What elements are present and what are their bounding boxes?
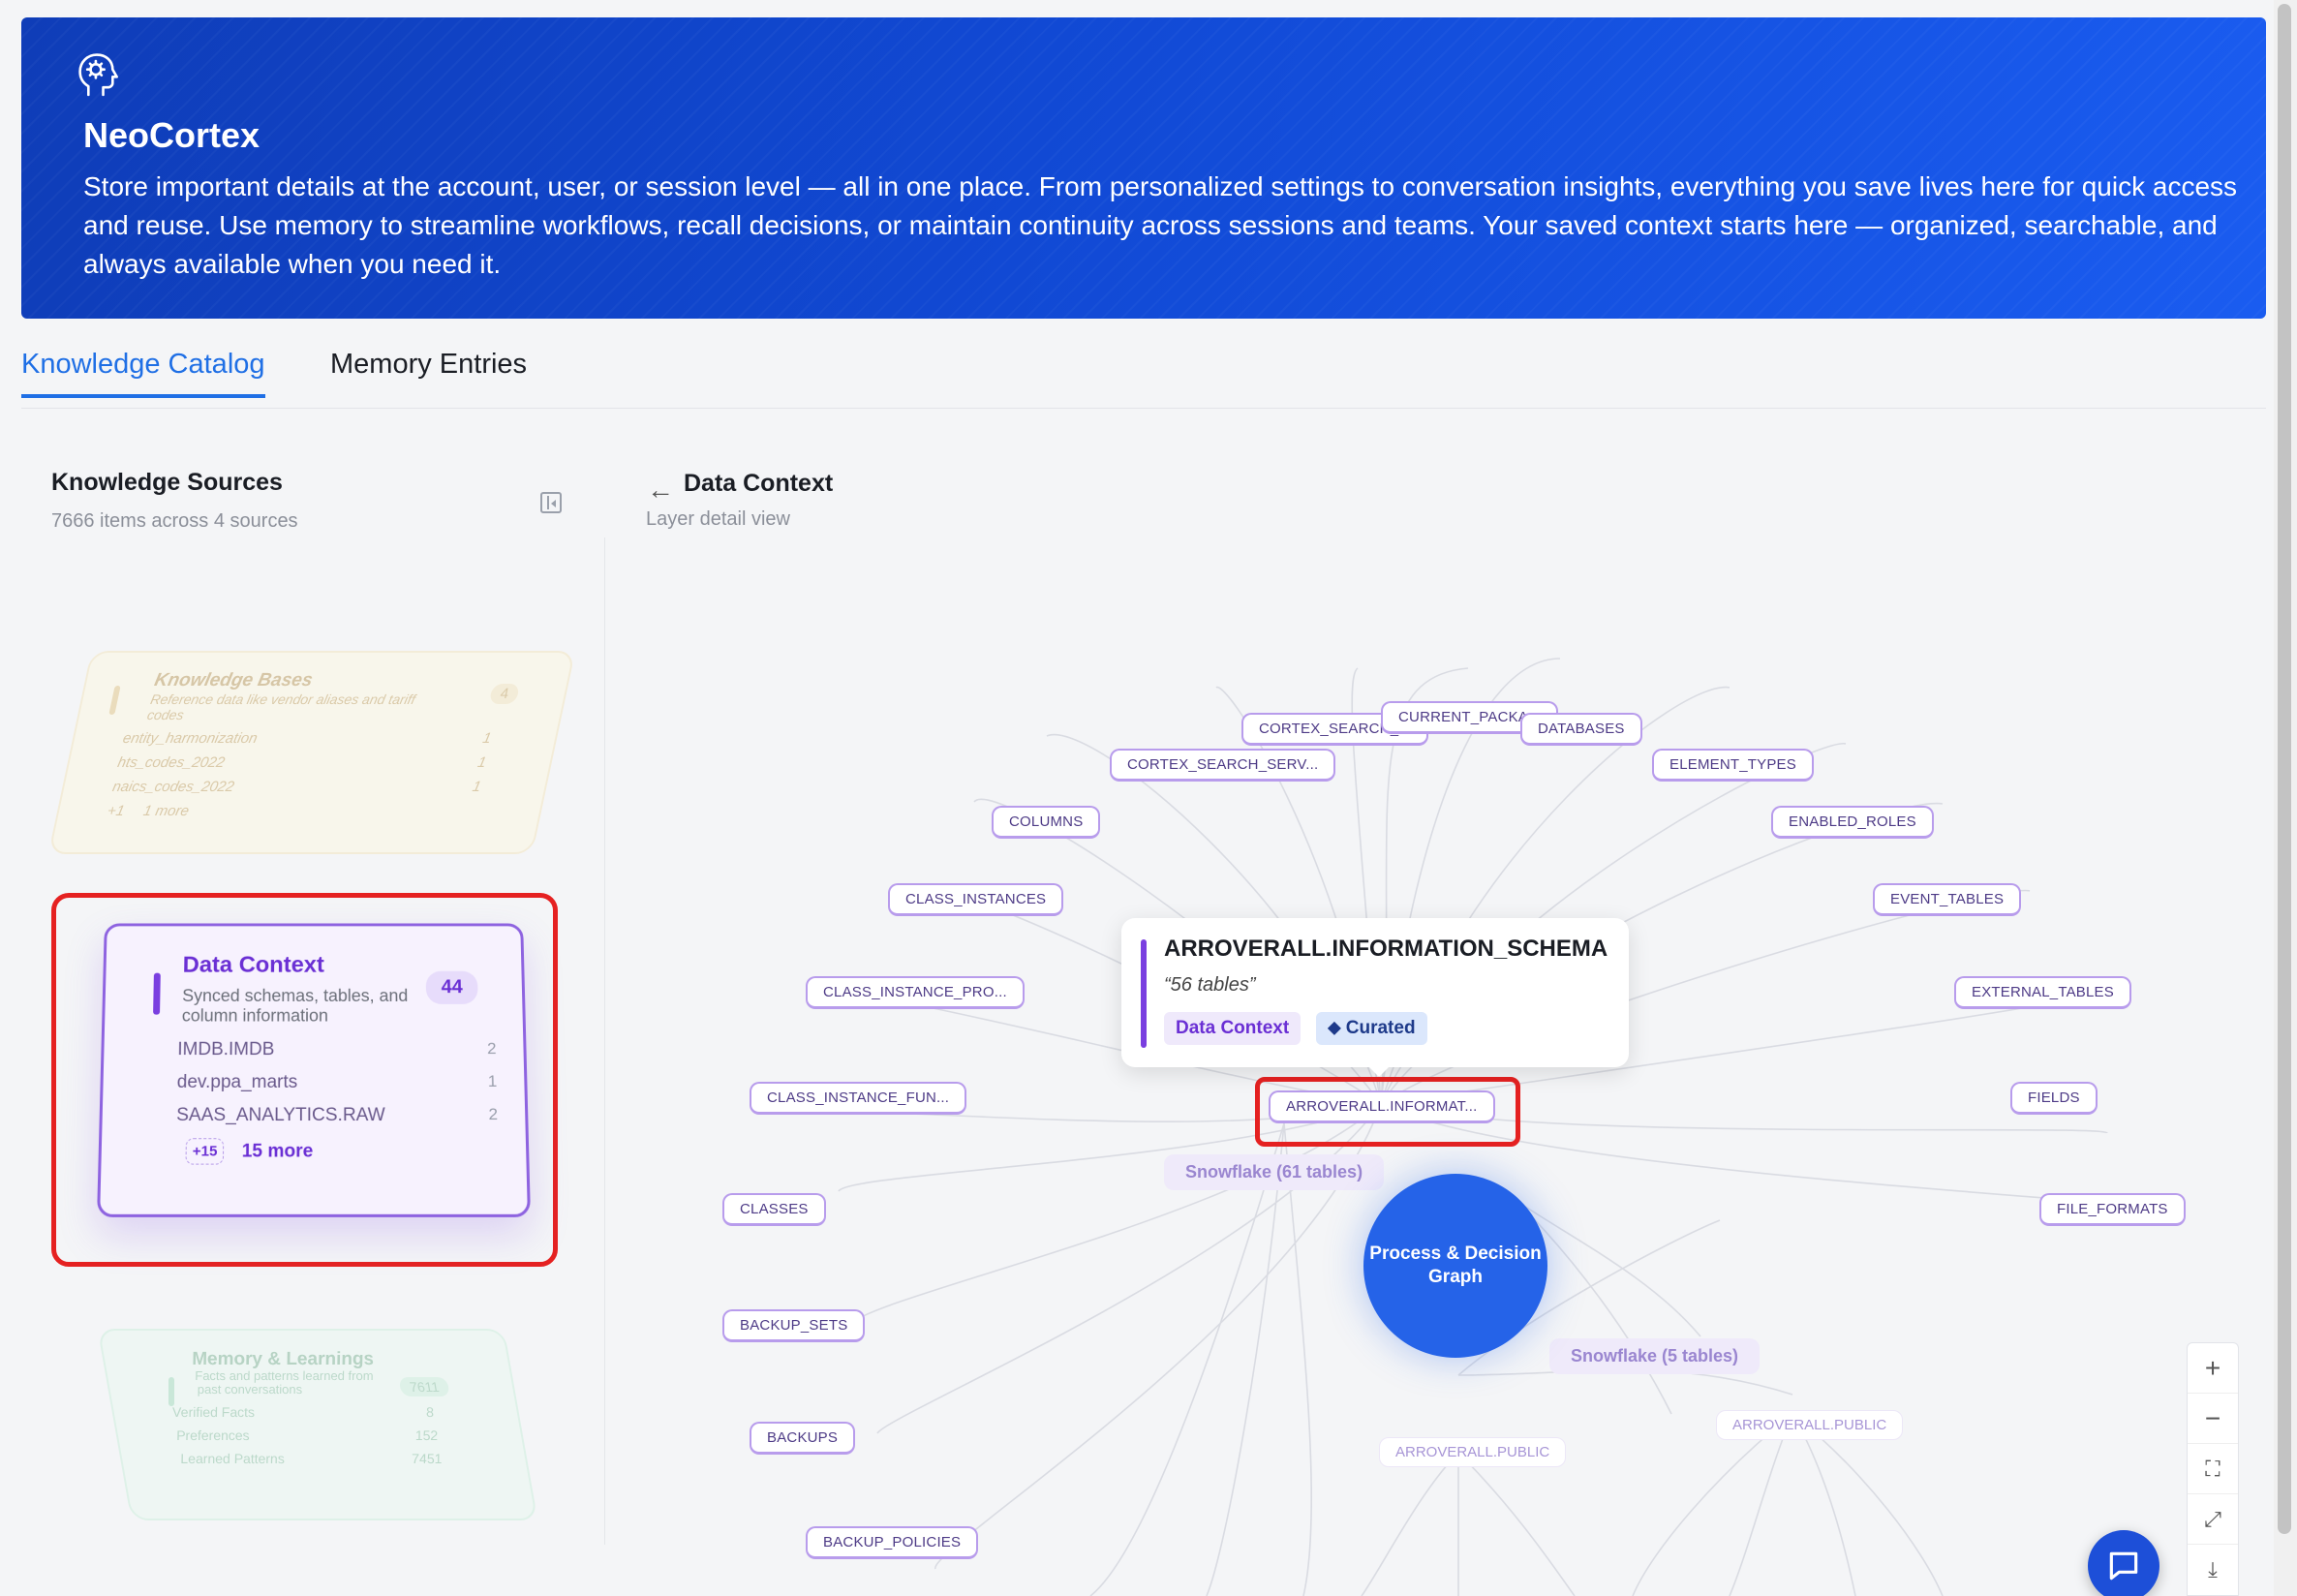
graph-node[interactable]: EXTERNAL_TABLES (1954, 976, 2131, 1009)
card-accent-bar (108, 686, 121, 715)
node-tooltip: ARROVERALL.INFORMATION_SCHEMA “56 tables… (1121, 918, 1629, 1077)
group-pill[interactable]: Snowflake (61 tables) (1164, 1154, 1385, 1190)
knowledge-sources-subtitle: 7666 items across 4 sources (51, 510, 298, 532)
graph-node[interactable]: CORTEX_SEARCH_SERV... (1110, 749, 1336, 782)
graph-node[interactable]: ARROVERALL.PUBLIC (1379, 1437, 1567, 1467)
card-accent-bar (168, 1377, 175, 1406)
list-item[interactable]: dev.ppa_marts 1 (177, 1072, 498, 1093)
collapse-panel-icon[interactable] (540, 492, 562, 513)
card-title: Knowledge Bases (152, 670, 315, 691)
expand-icon[interactable]: ⤢ (2188, 1494, 2238, 1545)
graph-canvas[interactable]: CORTEX_SEARCH_... CURRENT_PACKA... DATAB… (606, 542, 2266, 1596)
card-count-badge: 7611 (398, 1377, 450, 1396)
download-icon[interactable]: ⤓ (2188, 1545, 2238, 1595)
selection-highlight (1255, 1077, 1520, 1147)
tooltip-tag-curated: ⬥ Curated (1316, 1012, 1427, 1045)
knowledge-sources-header: Knowledge Sources 7666 items across 4 so… (51, 469, 298, 533)
memory-learnings-card[interactable]: Memory & Learnings Facts and patterns le… (97, 1329, 538, 1520)
graph-node[interactable]: CLASS_INSTANCES (888, 883, 1064, 916)
graph-node[interactable]: BACKUP_SETS (722, 1309, 866, 1342)
graph-node[interactable]: ARROVERALL.PUBLIC (1716, 1410, 1904, 1440)
tooltip-subtitle: “56 tables” (1164, 974, 1256, 996)
scrollbar-thumb[interactable] (2278, 4, 2291, 1534)
zoom-in-icon[interactable]: + (2188, 1343, 2238, 1394)
tooltip-tag-data-context: Data Context (1164, 1012, 1302, 1045)
layer-subtitle: Layer detail view (646, 508, 790, 530)
chat-bubble-icon (2109, 1551, 2138, 1581)
list-item[interactable]: SAAS_ANALYTICS.RAW 2 (176, 1105, 498, 1126)
tab-memory-entries[interactable]: Memory Entries (330, 349, 527, 394)
list-item: Learned Patterns 7451 (178, 1451, 444, 1466)
data-context-card[interactable]: Data Context Synced schemas, tables, and… (97, 923, 531, 1217)
more-link[interactable]: +1 1 more (106, 803, 477, 819)
graph-node[interactable]: FILE_FORMATS (2039, 1193, 2186, 1226)
tab-bar: Knowledge Catalog Memory Entries (21, 349, 2266, 409)
list-item: Verified Facts 8 (170, 1404, 436, 1420)
hero-banner: NeoCortex Store important details at the… (21, 17, 2266, 319)
tab-knowledge-catalog[interactable]: Knowledge Catalog (21, 349, 265, 398)
back-arrow-icon[interactable]: ← (647, 475, 674, 506)
list-item: hts_codes_2022 1 (115, 754, 488, 771)
list-item: naics_codes_2022 1 (110, 779, 483, 795)
card-subtitle: Facts and patterns learned from past con… (193, 1368, 375, 1396)
list-item: entity_harmonization 1 (121, 730, 493, 747)
graph-node[interactable]: CLASSES (722, 1193, 826, 1226)
graph-node[interactable]: EVENT_TABLES (1873, 883, 2022, 916)
card-title: Memory & Learnings (190, 1349, 376, 1369)
list-item: Preferences 152 (174, 1427, 440, 1443)
zoom-controls: + − ⛶ ⤢ ⤓ (2187, 1342, 2239, 1596)
graph-node[interactable]: CLASS_INSTANCE_FUN... (750, 1082, 967, 1115)
graph-node[interactable]: ENABLED_ROLES (1771, 806, 1934, 839)
more-link[interactable]: +15 15 more (185, 1138, 497, 1165)
list-item[interactable]: IMDB.IMDB 2 (177, 1039, 497, 1060)
card-subtitle: Synced schemas, tables, and column infor… (181, 986, 409, 1026)
graph-node[interactable]: CLASS_INSTANCE_PRO... (806, 976, 1025, 1009)
tooltip-title: ARROVERALL.INFORMATION_SCHEMA (1164, 936, 1608, 962)
more-badge: +15 (185, 1138, 225, 1165)
graph-node[interactable]: BACKUP_POLICIES (806, 1526, 979, 1559)
knowledge-bases-card[interactable]: Knowledge Bases Reference data like vend… (47, 651, 576, 854)
more-label: 15 more (241, 1140, 314, 1162)
card-subtitle: Reference data like vendor aliases and t… (145, 691, 417, 722)
graph-node[interactable]: DATABASES (1520, 713, 1642, 746)
fit-view-icon[interactable]: ⛶ (2188, 1444, 2238, 1494)
zoom-out-icon[interactable]: − (2188, 1394, 2238, 1444)
process-decision-graph-node[interactable]: Process & Decision Graph (1363, 1174, 1547, 1358)
graph-node[interactable]: ELEMENT_TYPES (1652, 749, 1814, 782)
brain-head-icon (78, 53, 118, 97)
hero-description: Store important details at the account, … (83, 171, 2238, 279)
card-accent-bar (153, 972, 161, 1015)
chat-button[interactable] (2088, 1530, 2159, 1596)
card-count-badge: 44 (425, 970, 478, 1004)
graph-node[interactable]: FIELDS (2010, 1082, 2098, 1115)
group-pill[interactable]: Snowflake (5 tables) (1549, 1338, 1761, 1374)
panel-divider (604, 537, 605, 1545)
layer-title: Data Context (684, 470, 834, 497)
knowledge-sources-title: Knowledge Sources (51, 469, 283, 496)
graph-node[interactable]: BACKUPS (750, 1422, 856, 1455)
graph-node[interactable]: COLUMNS (992, 806, 1101, 839)
page-title: NeoCortex (83, 115, 260, 155)
